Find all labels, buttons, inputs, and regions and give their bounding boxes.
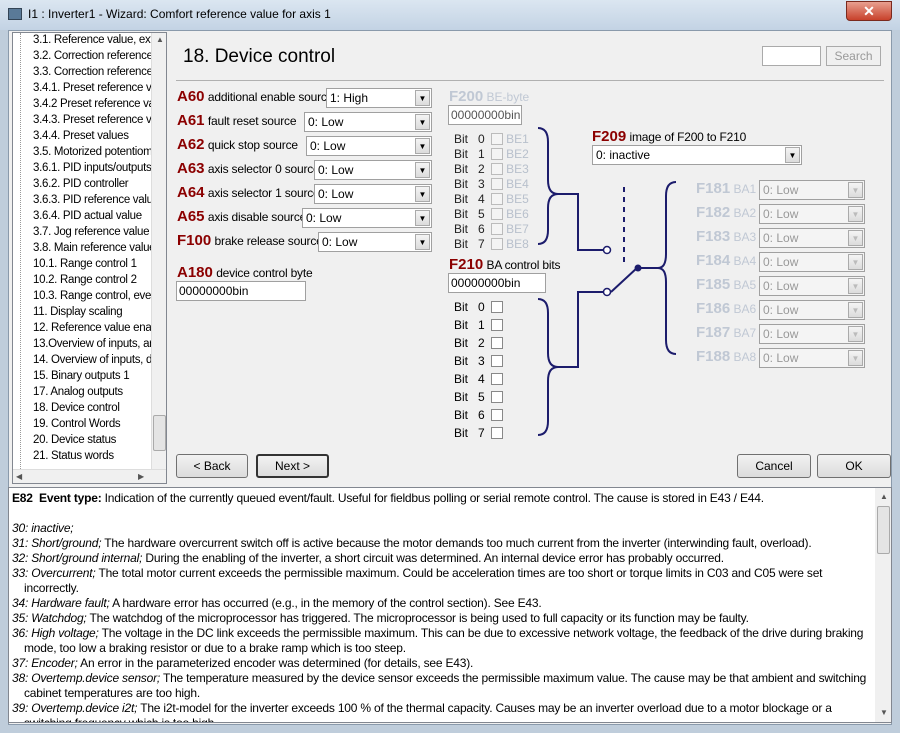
help-text-panel: E82 Event type: Indication of the curren… [8,487,892,723]
help-entry: 38: Overtemp.device sensor; The temperat… [12,671,874,701]
help-entry: 39: Overtemp.device i2t; The i2t-model f… [12,701,874,723]
help-entry: 32: Short/ground internal; During the en… [12,551,874,566]
next-button[interactable]: Next > [256,454,329,478]
entry-term: 36: High voltage; [12,626,99,640]
help-entry: 33: Overcurrent; The total motor current… [12,566,874,596]
entry-text: The total motor current exceeds the perm… [24,566,823,595]
help-entry: 30: inactive; [12,521,874,536]
be-line [558,193,604,251]
output-bracket [657,181,677,355]
scroll-thumb[interactable] [877,506,890,554]
help-text: E82 Event type: Indication of the curren… [12,491,874,723]
entry-term: 37: Encoder; [12,656,78,670]
entry-term: 35: Watchdog; [12,611,87,625]
switch-contact-be [602,245,612,255]
ba-bracket [537,298,559,436]
signal-diagram [537,127,677,436]
help-entry: 37: Encoder; An error in the parameteriz… [12,656,874,671]
help-code: E82 [12,491,33,505]
entry-text: An error in the parameterized encoder wa… [80,656,474,670]
entry-text: The hardware overcurrent switch off is a… [104,536,812,550]
entry-text: The voltage in the DC link exceeds the p… [24,626,864,655]
entry-text: A hardware error has occurred (e.g., in … [112,596,542,610]
switch-arm [610,267,661,293]
entry-term: 32: Short/ground internal; [12,551,143,565]
entry-term: 30: inactive; [12,521,74,535]
help-entry: 35: Watchdog; The watchdog of the microp… [12,611,874,626]
entry-text: The watchdog of the microprocessor has t… [89,611,749,625]
help-title: Event type: [39,491,102,505]
entry-term: 39: Overtemp.device i2t; [12,701,138,715]
scroll-up-icon[interactable]: ▲ [880,492,888,501]
ba-line [558,291,604,368]
scroll-down-icon[interactable]: ▼ [880,708,888,717]
entry-term: 31: Short/ground; [12,536,102,550]
switch-pivot [634,264,642,272]
help-intro: E82 Event type: Indication of the curren… [12,491,874,506]
be-bracket [537,127,559,245]
help-entry: 31: Short/ground; The hardware overcurre… [12,536,874,551]
entry-text: During the enabling of the inverter, a s… [145,551,724,565]
help-scrollbar[interactable]: ▲ ▼ [875,488,891,722]
entry-term: 38: Overtemp.device sensor; [12,671,161,685]
help-entry: 36: High voltage; The voltage in the DC … [12,626,874,656]
entry-term: 34: Hardware fault; [12,596,110,610]
entry-term: 33: Overcurrent; [12,566,96,580]
back-button[interactable]: < Back [176,454,248,478]
help-intro-text: Indication of the currently queued event… [104,491,764,505]
entry-text: The i2t-model for the inverter exceeds 1… [24,701,832,723]
switch-contact-ba [602,287,612,297]
ok-button[interactable]: OK [817,454,891,478]
cancel-button[interactable]: Cancel [737,454,811,478]
help-entry: 34: Hardware fault; A hardware error has… [12,596,874,611]
